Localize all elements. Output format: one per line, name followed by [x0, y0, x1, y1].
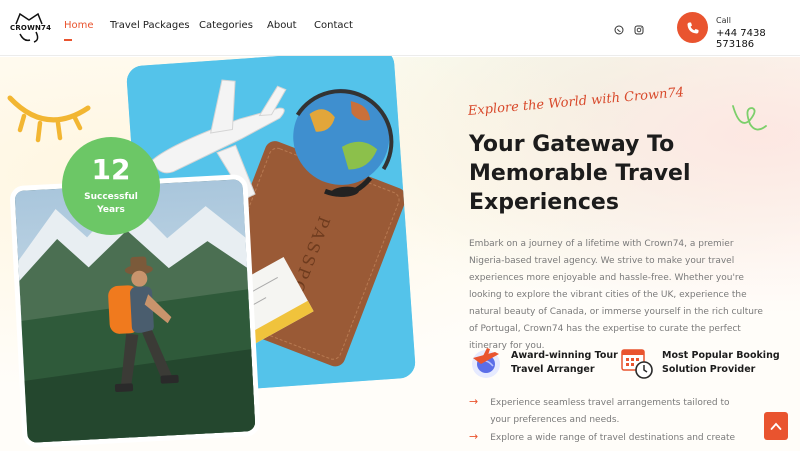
- hero-title-line2: Memorable Travel: [469, 161, 691, 186]
- nav-contact[interactable]: Contact: [314, 20, 353, 31]
- main-nav: Home Travel Packages Categories About Co…: [64, 20, 353, 41]
- hero-title: Your Gateway To Memorable Travel Experie…: [469, 130, 719, 217]
- arrow-right-icon: →: [469, 430, 479, 443]
- instagram-icon[interactable]: [634, 22, 644, 40]
- nav-categories[interactable]: Categories: [199, 20, 253, 31]
- site-header: CROWN74 Home Travel Packages Categories …: [0, 0, 800, 56]
- feature-booking-line1: Most Popular Booking: [662, 350, 780, 361]
- feature-award: Award-winning Tour & Travel Arranger: [469, 346, 629, 380]
- feature-booking: Most Popular Booking Solution Provider: [620, 346, 780, 380]
- scroll-to-top-button[interactable]: [764, 412, 788, 440]
- phone-icon: [687, 22, 698, 34]
- hero-description: Embark on a journey of a lifetime with C…: [469, 239, 763, 351]
- logo[interactable]: CROWN74: [10, 10, 52, 44]
- logo-text: CROWN74: [10, 24, 52, 32]
- calendar-clock-icon: [621, 349, 653, 379]
- bullet-text: Experience seamless travel arrangements …: [490, 398, 730, 425]
- nav-about[interactable]: About: [267, 20, 297, 31]
- chevron-up-icon: [770, 422, 782, 430]
- call-button[interactable]: [677, 12, 708, 43]
- nav-home[interactable]: Home: [64, 20, 94, 41]
- nav-travel-packages[interactable]: Travel Packages: [110, 20, 190, 31]
- badge-label-line1: Successful: [84, 192, 138, 202]
- whatsapp-icon[interactable]: [614, 22, 624, 40]
- arrow-right-icon: →: [469, 395, 479, 408]
- badge-label-line2: Years: [97, 205, 125, 215]
- feature-award-line1: Award-winning Tour &: [511, 350, 630, 361]
- plane-globe-icon: [472, 348, 500, 378]
- bullet-text: Explore a wide range of travel destinati…: [490, 433, 736, 443]
- hero-title-line1: Your Gateway To: [469, 132, 675, 157]
- sun-decoration-icon: [7, 95, 91, 143]
- call-label: Call: [716, 16, 731, 25]
- feature-booking-line2: Solution Provider: [662, 364, 756, 375]
- bullet-item: → Explore a wide range of travel destina…: [469, 430, 750, 447]
- squiggle-decoration-icon: [732, 105, 767, 131]
- badge-number: 12: [91, 153, 131, 186]
- hero-title-line3: Experiences: [469, 190, 619, 215]
- bullet-item: → Experience seamless travel arrangement…: [469, 395, 750, 429]
- experience-badge: 12 Successful Years: [62, 137, 160, 235]
- call-number[interactable]: +44 7438 573186: [716, 28, 800, 50]
- feature-award-line2: Travel Arranger: [511, 364, 595, 375]
